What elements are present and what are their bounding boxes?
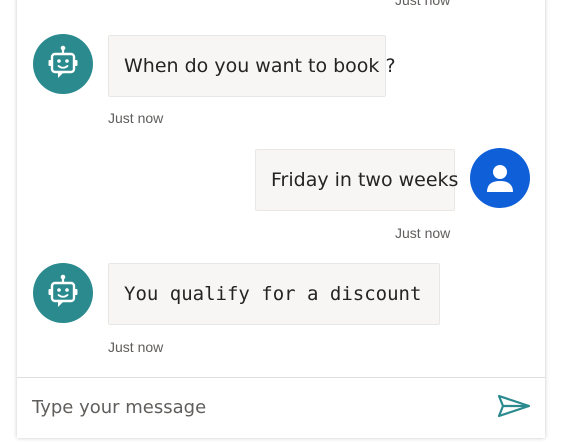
- send-button[interactable]: [495, 391, 533, 425]
- message-text: Friday in two weeks: [271, 169, 459, 191]
- message-timestamp: Just now: [395, 0, 451, 8]
- message-timestamp: Just now: [108, 110, 164, 126]
- user-message-bubble: Friday in two weeks: [255, 149, 459, 211]
- message-timestamp: Just now: [395, 225, 451, 241]
- bot-message-bubble: When do you want to book ?: [108, 35, 396, 97]
- user-avatar: [470, 148, 530, 208]
- person-icon: [485, 163, 515, 193]
- send-icon: [497, 394, 531, 423]
- message-timestamp: Just now: [108, 339, 164, 355]
- chat-window: Just now When do you want to book ? Just…: [17, 0, 545, 438]
- bot-avatar: [33, 263, 93, 323]
- robot-icon: [46, 45, 80, 83]
- bot-message-bubble: You qualify for a discount: [108, 263, 440, 325]
- robot-icon: [46, 274, 80, 312]
- bot-avatar: [33, 34, 93, 94]
- message-composer: [17, 377, 545, 438]
- message-input[interactable]: [32, 390, 472, 424]
- message-text: When do you want to book ?: [124, 55, 396, 77]
- message-text: You qualify for a discount: [124, 283, 422, 305]
